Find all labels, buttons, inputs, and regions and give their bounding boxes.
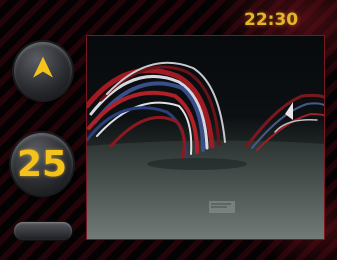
clock-time: 22:30 [244,10,299,30]
status-clock: 22:30 [244,10,324,30]
bottom-button[interactable] [14,222,72,240]
number-button[interactable]: 25 [11,133,73,195]
viewport-image [87,61,324,239]
bottom-button-label [14,222,72,240]
left-control-column: 25 [0,0,86,260]
media-viewport[interactable] [86,35,325,240]
navigation-arrow-icon [32,56,54,84]
number-value: 25 [16,143,68,185]
navigation-button[interactable] [14,42,72,100]
